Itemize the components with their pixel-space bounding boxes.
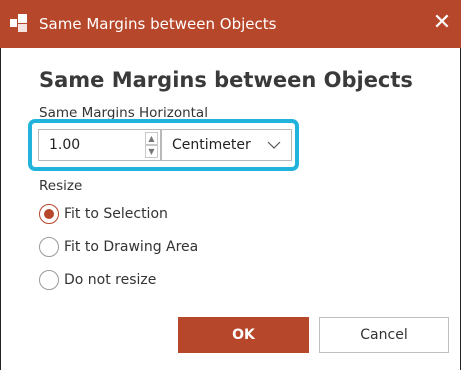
- window-border-left: [0, 0, 1, 370]
- radio-dot: [44, 209, 54, 219]
- close-button[interactable]: ✕: [423, 0, 461, 48]
- close-icon: ✕: [432, 10, 452, 35]
- spin-down-button[interactable]: ▼: [145, 145, 158, 158]
- radio-label: Fit to Drawing Area: [64, 239, 199, 255]
- resize-label: Resize: [39, 178, 83, 194]
- title-bar[interactable]: Same Margins between Objects ✕: [0, 0, 461, 48]
- unit-dropdown[interactable]: Centimeter: [161, 129, 292, 161]
- dialog-window: Same Margins between Objects ✕ Same Marg…: [0, 0, 461, 370]
- margin-value-input[interactable]: 1.00 ▲ ▼: [38, 129, 161, 161]
- ok-button[interactable]: OK: [178, 317, 309, 353]
- radio-button[interactable]: [39, 237, 59, 257]
- spin-up-button[interactable]: ▲: [145, 132, 158, 145]
- chevron-up-icon: ▲: [148, 134, 155, 143]
- dialog-heading: Same Margins between Objects: [39, 68, 413, 92]
- chevron-down-icon: [267, 141, 281, 149]
- chevron-down-icon: ▼: [148, 147, 155, 156]
- radio-label: Do not resize: [64, 272, 157, 288]
- radio-button[interactable]: [39, 270, 59, 290]
- app-icon: [10, 14, 27, 32]
- radio-button-checked[interactable]: [39, 204, 59, 224]
- unit-selected-value: Centimeter: [172, 137, 251, 153]
- radio-label: Fit to Selection: [64, 206, 168, 222]
- window-title: Same Margins between Objects: [39, 15, 277, 33]
- margin-value: 1.00: [49, 137, 81, 153]
- cancel-button[interactable]: Cancel: [319, 317, 449, 353]
